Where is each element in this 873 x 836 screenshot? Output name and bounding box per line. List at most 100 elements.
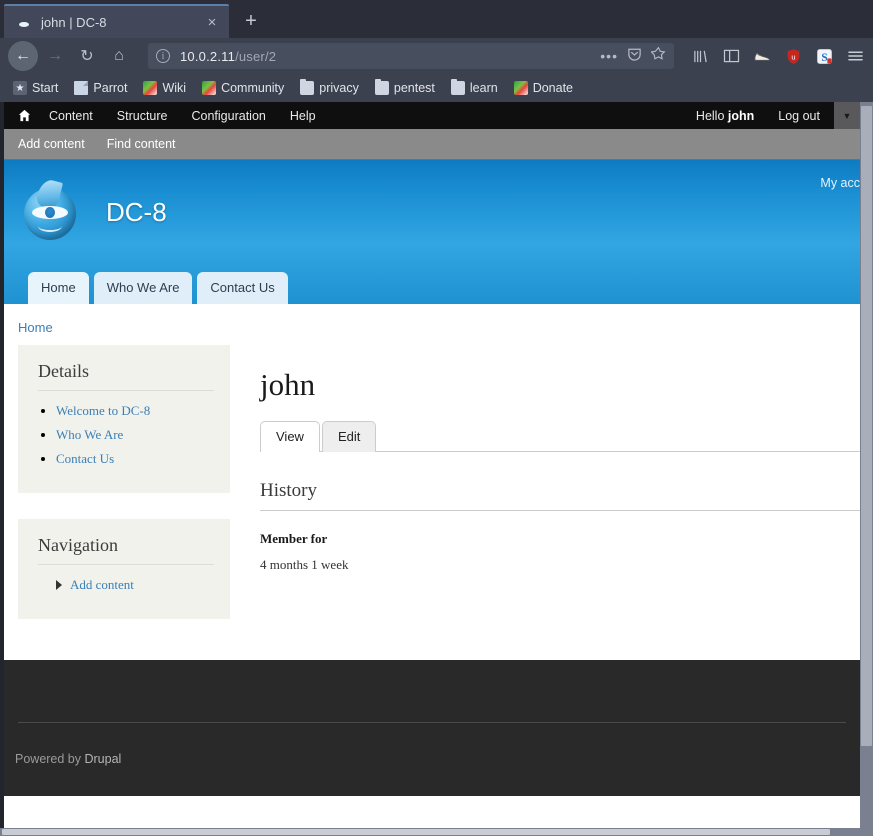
bookmark-star-icon[interactable] [650, 46, 666, 66]
block-title-details: Details [38, 361, 214, 391]
address-bar[interactable]: i 10.0.2.11/user/2 ••• [148, 43, 674, 69]
shoe-extension-icon[interactable] [752, 46, 772, 66]
bookmarks-bar: ★ Start Parrot Wiki Community privacy pe… [0, 74, 873, 102]
add-content-link[interactable]: Add content [18, 137, 85, 151]
nav-tab-contact-us[interactable]: Contact Us [197, 272, 288, 304]
viewport-left-edge [0, 102, 4, 828]
s-extension-icon[interactable]: S [814, 46, 834, 66]
details-link-list: Welcome to DC-8 Who We Are Contact Us [38, 403, 214, 467]
parrot-icon [143, 81, 158, 95]
bookmark-label: Community [221, 81, 285, 95]
drupal-admin-subtoolbar: Add content Find content [4, 129, 860, 160]
star-icon: ★ [13, 81, 27, 95]
folder-icon [300, 79, 315, 95]
admin-menu-structure[interactable]: Structure [117, 109, 168, 123]
list-item: Contact Us [56, 451, 214, 467]
sidebar-block-navigation: Navigation Add content [18, 519, 230, 619]
link-contact-us[interactable]: Contact Us [56, 451, 114, 466]
back-button[interactable]: ← [8, 41, 38, 71]
reload-button[interactable]: ↻ [72, 41, 102, 71]
navigation-link-list: Add content [38, 577, 214, 593]
bookmark-label: privacy [319, 81, 359, 95]
bookmark-item[interactable]: Wiki [138, 79, 191, 97]
primary-navigation: Home Who We Are Contact Us [28, 272, 293, 304]
home-button[interactable]: ⌂ [104, 41, 134, 71]
link-add-content[interactable]: Add content [70, 577, 134, 593]
bookmark-item[interactable]: ★ Start [8, 79, 63, 97]
vertical-scrollbar-thumb[interactable] [861, 106, 872, 746]
bookmark-label: Start [32, 81, 59, 95]
field-value-member-for: 4 months 1 week [260, 557, 349, 572]
breadcrumb-home-link[interactable]: Home [18, 320, 53, 335]
forward-button[interactable]: → [40, 41, 70, 71]
sidebar: Details Welcome to DC-8 Who We Are Conta… [18, 345, 230, 645]
user-greeting: Hello john [696, 109, 754, 123]
sidebar-icon[interactable] [721, 46, 741, 66]
horizontal-scrollbar[interactable] [0, 828, 873, 836]
page-icon [74, 81, 89, 95]
nav-tab-who-we-are[interactable]: Who We Are [93, 272, 193, 304]
new-tab-button[interactable]: + [239, 11, 263, 31]
tab-strip: john | DC-8 × + [0, 0, 873, 38]
bookmark-item[interactable]: Community [197, 79, 289, 97]
list-item: Add content [56, 577, 214, 593]
admin-menu-help[interactable]: Help [290, 109, 316, 123]
browser-window: john | DC-8 × + ← → ↻ ⌂ i 10.0.2.11/user… [0, 0, 873, 836]
breadcrumb: Home [4, 304, 860, 345]
browser-toolbar-icons: u S [684, 46, 865, 66]
bookmark-item[interactable]: pentest [370, 79, 440, 97]
admin-menu-content[interactable]: Content [49, 109, 93, 123]
horizontal-scrollbar-thumb[interactable] [2, 829, 830, 835]
page-actions-icon[interactable]: ••• [600, 49, 618, 63]
scrollbar-corner [860, 828, 873, 836]
folder-icon [450, 79, 465, 95]
sidebar-block-details: Details Welcome to DC-8 Who We Are Conta… [18, 345, 230, 493]
bookmark-item[interactable]: learn [446, 79, 503, 97]
site-branding[interactable]: DC-8 [20, 177, 167, 244]
admin-menu-configuration[interactable]: Configuration [192, 109, 266, 123]
greeting-prefix: Hello [695, 108, 728, 123]
svg-text:u: u [791, 52, 795, 61]
ublock-origin-icon[interactable]: u [783, 46, 803, 66]
link-who-we-are[interactable]: Who We Are [56, 427, 123, 442]
vertical-scrollbar[interactable] [860, 102, 873, 828]
bookmark-item[interactable]: privacy [295, 79, 364, 97]
url-host: 10.0.2.11 [180, 48, 236, 64]
browser-tab[interactable]: john | DC-8 × [4, 4, 229, 38]
navigation-bar: ← → ↻ ⌂ i 10.0.2.11/user/2 ••• u S [0, 38, 873, 74]
find-content-link[interactable]: Find content [107, 137, 176, 151]
field-label-member-for: Member for [260, 531, 328, 546]
powered-by-text: Powered by Drupal [15, 752, 121, 766]
powered-prefix: Powered by [15, 752, 85, 766]
local-tasks-tabs: View Edit [260, 421, 860, 453]
drupal-link[interactable]: Drupal [84, 752, 121, 766]
tab-edit[interactable]: Edit [321, 421, 377, 452]
main-content: john View Edit History Member for 4 mont… [230, 345, 860, 573]
tab-view[interactable]: View [260, 421, 320, 453]
content-area: Home Details Welcome to DC-8 Who We Are … [4, 304, 860, 660]
site-name: DC-8 [106, 196, 167, 227]
nav-tab-home[interactable]: Home [28, 272, 89, 304]
toolbar-toggle-button[interactable]: ▼ [834, 102, 860, 129]
drupal-admin-toolbar: Content Structure Configuration Help Hel… [4, 102, 860, 129]
menu-icon[interactable] [845, 46, 865, 66]
my-account-link[interactable]: My acc [820, 176, 860, 190]
link-welcome-to-dc8[interactable]: Welcome to DC-8 [56, 403, 150, 418]
list-item: Welcome to DC-8 [56, 403, 214, 419]
bookmark-label: Parrot [93, 81, 128, 95]
greeting-username: john [727, 108, 755, 123]
logout-link[interactable]: Log out [778, 109, 820, 123]
bookmark-label: pentest [393, 81, 435, 95]
bookmark-item[interactable]: Donate [509, 79, 578, 97]
pocket-icon[interactable] [627, 46, 642, 66]
close-icon[interactable]: × [203, 15, 221, 30]
footer-divider [18, 722, 846, 723]
bookmark-item[interactable]: Parrot [69, 79, 132, 97]
site-footer: Powered by Drupal [4, 660, 860, 796]
folder-icon [374, 79, 389, 95]
library-icon[interactable] [690, 46, 710, 66]
site-info-icon[interactable]: i [156, 49, 170, 63]
svg-text:S: S [821, 51, 827, 63]
drupal-drop-icon [16, 14, 32, 30]
admin-home-icon[interactable] [18, 109, 31, 122]
